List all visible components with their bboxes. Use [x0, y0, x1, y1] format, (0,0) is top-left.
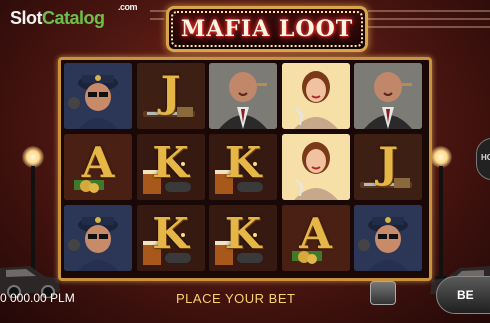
- reel-cell: [64, 205, 132, 271]
- reel-cell: [281, 63, 350, 129]
- symbol-letter: A: [81, 138, 115, 187]
- policeman-symbol-icon: [64, 205, 132, 271]
- symbol-letter: K: [152, 209, 189, 258]
- balance-display: 0 000.00 PLM: [0, 291, 75, 305]
- reel-cell: J: [354, 134, 422, 200]
- coin-stack-icon[interactable]: [370, 281, 396, 305]
- reel-cell: [64, 63, 132, 129]
- reel-cell: [281, 134, 350, 200]
- reel-cell: K: [209, 205, 277, 271]
- watermark-text-slot: Slot: [10, 8, 43, 28]
- reel-cell: A: [281, 205, 350, 271]
- hold-label: HOL: [481, 153, 490, 162]
- symbol-letter: K: [224, 209, 262, 258]
- reel-cell: [354, 63, 422, 129]
- lady-symbol-icon: [281, 63, 350, 129]
- symbol-letter: J: [378, 138, 398, 187]
- status-message: PLACE YOUR BET: [176, 291, 296, 306]
- reel-cell: [209, 63, 277, 129]
- symbol-letter: K: [152, 138, 189, 187]
- reel-cell: J: [136, 63, 205, 129]
- bet-button[interactable]: BE: [436, 276, 490, 314]
- symbol-letter: K: [224, 138, 262, 187]
- reel-cell: K: [136, 205, 205, 271]
- reel-cell: [354, 205, 422, 271]
- watermark-text-catalog: Catalog: [42, 8, 105, 28]
- bet-label: BE: [457, 288, 474, 302]
- game-title: MAFIA LOOT: [180, 16, 354, 42]
- reel-frame: A J K K K K A J: [58, 57, 432, 281]
- lady-symbol-icon: [281, 134, 350, 200]
- slotcatalog-watermark: SlotCatalog .com: [10, 2, 138, 29]
- boss-symbol-icon: [209, 63, 277, 129]
- reel-cell: K: [136, 134, 205, 200]
- symbol-letter: A: [299, 209, 332, 258]
- reel-grid: A J K K K K A J: [63, 62, 427, 276]
- watermark-text-com: .com: [118, 2, 138, 12]
- game-logo: MAFIA LOOT: [166, 6, 368, 52]
- policeman-symbol-icon: [64, 63, 132, 129]
- reel-cell: A: [64, 134, 132, 200]
- hold-button[interactable]: HOL: [476, 138, 490, 180]
- reel-cell: K: [209, 134, 277, 200]
- policeman-symbol-icon: [354, 205, 422, 271]
- boss-symbol-icon: [354, 63, 422, 129]
- symbol-letter: J: [160, 67, 181, 116]
